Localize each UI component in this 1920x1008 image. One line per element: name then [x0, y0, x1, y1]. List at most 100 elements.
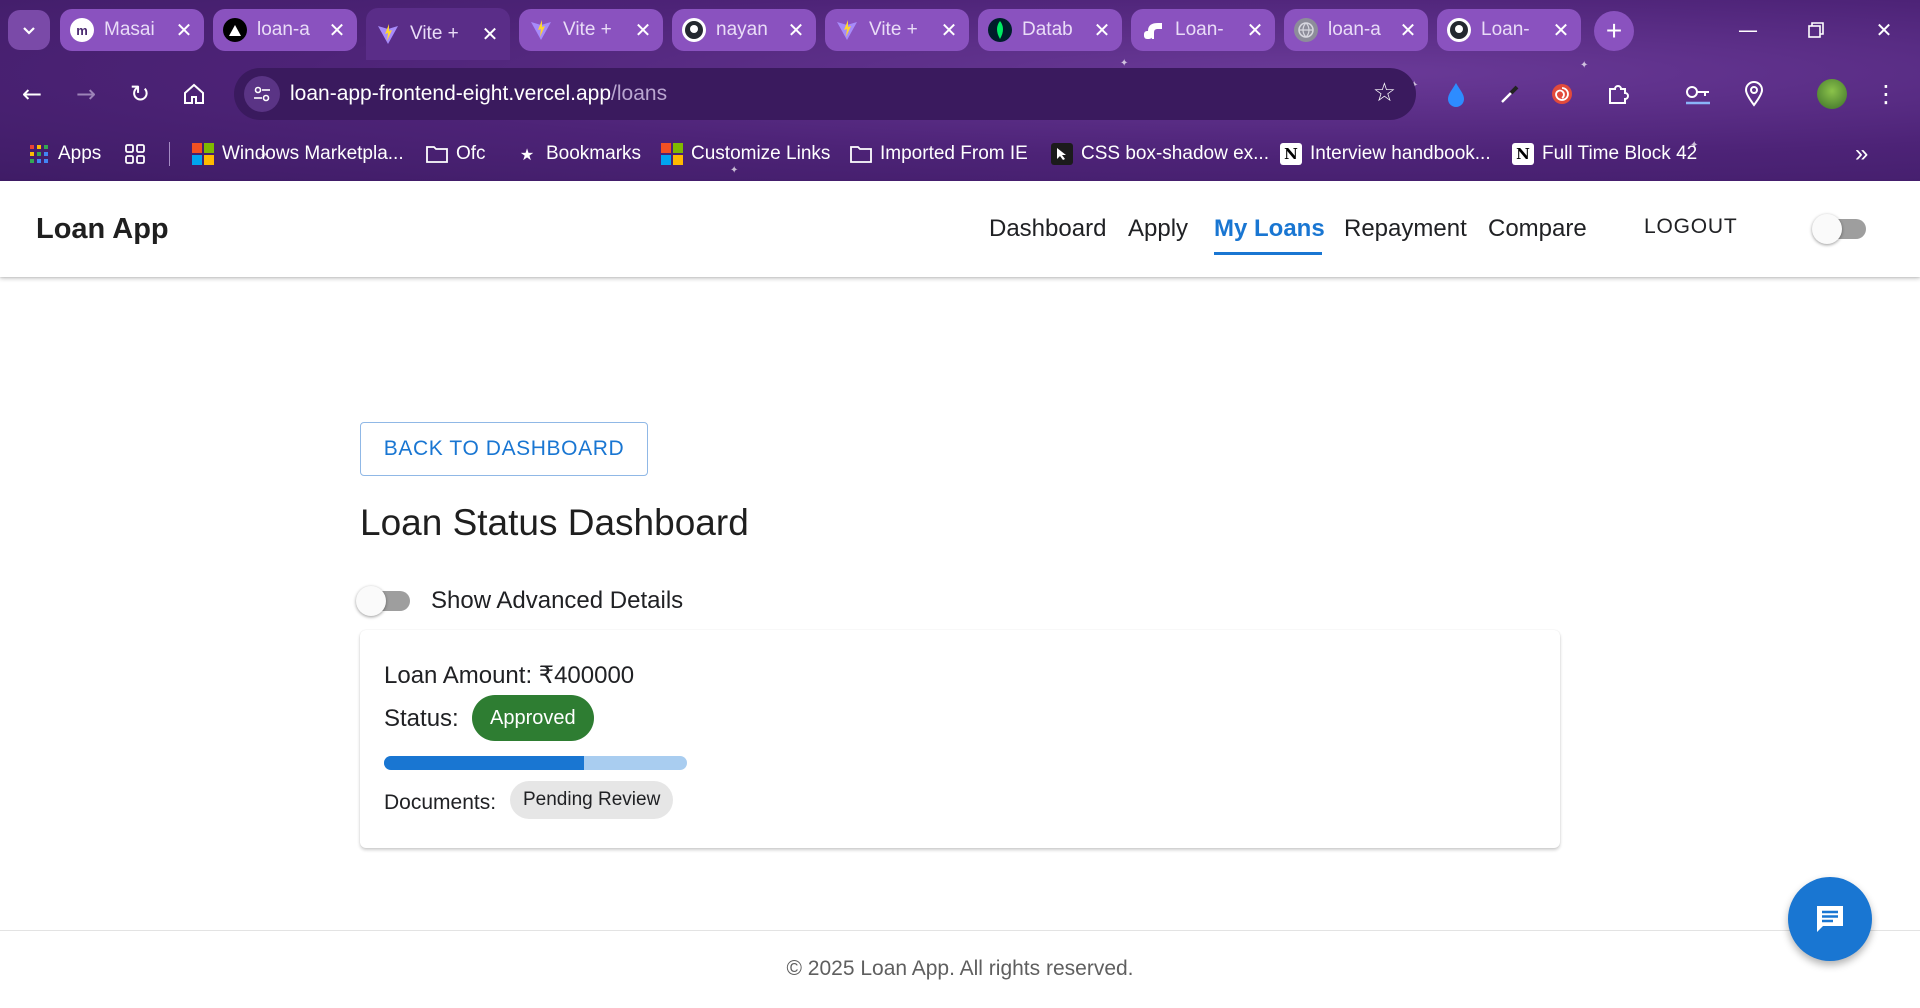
password-manager-button[interactable] — [1678, 74, 1718, 114]
bookmark-label: CSS box-shadow ex... — [1081, 143, 1269, 164]
browser-tab[interactable]: Vite + ✕ — [825, 9, 969, 51]
status-badge: Approved — [472, 695, 594, 741]
bookmark-full-time-block[interactable]: N Full Time Block 42 — [1512, 138, 1697, 170]
bookmark-apps[interactable]: Apps — [28, 138, 101, 170]
site-settings-icon[interactable] — [244, 76, 280, 112]
theme-toggle[interactable] — [1812, 212, 1870, 244]
close-icon[interactable]: ✕ — [480, 22, 500, 46]
browser-tab[interactable]: Vite + ✕ — [519, 9, 663, 51]
documents-label: Documents: — [384, 791, 497, 814]
back-nav-button[interactable]: ← — [12, 74, 52, 114]
bookmark-label: Customize Links — [691, 143, 831, 164]
tab-search-button[interactable] — [8, 10, 50, 50]
advanced-details-toggle[interactable] — [356, 584, 414, 616]
bookmark-ofc[interactable]: Ofc — [426, 138, 486, 170]
url-host: loan-app-frontend-eight.vercel.app — [290, 82, 612, 105]
bookmark-css-box-shadow[interactable]: CSS box-shadow ex... — [1051, 138, 1269, 170]
close-window-button[interactable]: ✕ — [1850, 0, 1918, 60]
nav-repayment[interactable]: Repayment — [1344, 215, 1467, 243]
loan-amount-value: ₹400000 — [538, 662, 635, 689]
close-icon[interactable]: ✕ — [1245, 18, 1265, 42]
arrow-right-icon: → — [75, 80, 97, 108]
tab-title: Loan- — [1481, 19, 1530, 40]
browser-tab-active[interactable]: Vite + ✕ — [366, 8, 510, 60]
vercel-logo-icon — [223, 18, 247, 42]
logout-button[interactable]: LOGOUT — [1644, 215, 1737, 239]
back-to-dashboard-button[interactable]: BACK TO DASHBOARD — [360, 422, 648, 476]
bookmark-imported-from-ie[interactable]: Imported From IE — [850, 138, 1028, 170]
bookmark-bookmarks[interactable]: ★ Bookmarks — [516, 138, 641, 170]
browser-tab[interactable]: Loan- ✕ — [1131, 9, 1275, 51]
nav-dashboard[interactable]: Dashboard — [989, 215, 1106, 243]
bookmark-label: Windows Marketpla... — [222, 143, 404, 164]
extension-button[interactable] — [1436, 74, 1476, 114]
home-icon — [184, 83, 204, 104]
chat-button[interactable] — [1788, 877, 1872, 961]
advanced-details-label[interactable]: Show Advanced Details — [431, 587, 683, 615]
location-button[interactable] — [1734, 74, 1774, 114]
bookmark-label: Full Time Block 42 — [1542, 143, 1698, 164]
footer-copyright: © 2025 Loan App. All rights reserved. — [786, 957, 1134, 980]
switch-thumb — [356, 586, 386, 616]
nav-apply[interactable]: Apply — [1128, 215, 1188, 243]
chevron-down-icon — [23, 27, 35, 35]
close-icon[interactable]: ✕ — [174, 18, 194, 42]
app-header: Loan App Dashboard Apply My Loans Repaym… — [0, 181, 1920, 277]
close-icon[interactable]: ✕ — [1398, 18, 1418, 42]
nav-my-loans[interactable]: My Loans — [1214, 215, 1325, 243]
nav-compare[interactable]: Compare — [1488, 215, 1587, 243]
microsoft-logo-icon — [192, 143, 214, 165]
bookmark-tab-groups[interactable] — [124, 138, 146, 170]
browser-tab[interactable]: loan-a ✕ — [1284, 9, 1428, 51]
extension-button[interactable] — [1490, 74, 1530, 114]
vite-logo-icon — [835, 18, 859, 42]
bookmark-star-icon[interactable]: ☆ — [1373, 78, 1396, 108]
mongodb-leaf-icon — [988, 18, 1012, 42]
status-label: Status: — [384, 705, 459, 732]
bookmark-customize-links[interactable]: Customize Links — [661, 138, 830, 170]
bookmark-label: Interview handbook... — [1310, 143, 1491, 164]
browser-toolbar: ← → ↻ loan-app-frontend-eight.vercel.app… — [0, 60, 1920, 128]
close-icon[interactable]: ✕ — [1092, 18, 1112, 42]
close-icon[interactable]: ✕ — [786, 18, 806, 42]
extensions-menu-button[interactable] — [1598, 74, 1638, 114]
home-button[interactable] — [174, 74, 214, 114]
folder-icon — [850, 143, 872, 165]
tab-title: Loan- — [1175, 19, 1224, 40]
url-path: /loans — [611, 82, 668, 105]
chat-icon — [1817, 906, 1843, 932]
forward-nav-button[interactable]: → — [66, 74, 106, 114]
close-icon[interactable]: ✕ — [939, 18, 959, 42]
new-tab-button[interactable]: + — [1594, 11, 1634, 51]
address-bar[interactable]: loan-app-frontend-eight.vercel.app/loans… — [234, 68, 1416, 120]
puzzle-piece-icon — [1609, 85, 1629, 104]
tab-strip: m Masai ✕ loan-a ✕ Vite + ✕ Vite + ✕ nay… — [0, 0, 1920, 60]
vite-logo-icon — [529, 18, 553, 42]
browser-tab[interactable]: nayan ✕ — [672, 9, 816, 51]
browser-menu-button[interactable]: ⋮ — [1866, 74, 1906, 114]
close-icon[interactable]: ✕ — [1551, 18, 1571, 42]
browser-tab[interactable]: Datab ✕ — [978, 9, 1122, 51]
tab-title: Vite + — [410, 23, 459, 44]
footer-divider — [0, 930, 1920, 931]
browser-tab[interactable]: loan-a ✕ — [213, 9, 357, 51]
browser-tab[interactable]: m Masai ✕ — [60, 9, 204, 51]
bookmark-interview-handbook[interactable]: N Interview handbook... — [1280, 138, 1491, 170]
bookmark-label: Ofc — [456, 143, 486, 164]
reload-button[interactable]: ↻ — [120, 74, 160, 114]
close-icon[interactable]: ✕ — [633, 18, 653, 42]
bookmarks-overflow-button[interactable]: » — [1855, 138, 1868, 170]
loan-card: Loan Amount: ₹400000 Status: Approved Do… — [360, 630, 1560, 848]
github-logo-icon — [682, 18, 706, 42]
profile-button[interactable] — [1812, 74, 1852, 114]
minimize-icon: — — [1738, 18, 1758, 42]
app-brand[interactable]: Loan App — [36, 213, 169, 246]
page-title: Loan Status Dashboard — [360, 502, 749, 543]
close-icon[interactable]: ✕ — [327, 18, 347, 42]
restore-button[interactable] — [1782, 0, 1850, 60]
browser-tab[interactable]: Loan- ✕ — [1437, 9, 1581, 51]
extension-button[interactable] — [1542, 74, 1582, 114]
apps-grid-icon — [28, 143, 50, 165]
bookmark-windows-marketplace[interactable]: Windows Marketpla... — [192, 138, 404, 170]
minimize-button[interactable]: — — [1714, 0, 1782, 60]
